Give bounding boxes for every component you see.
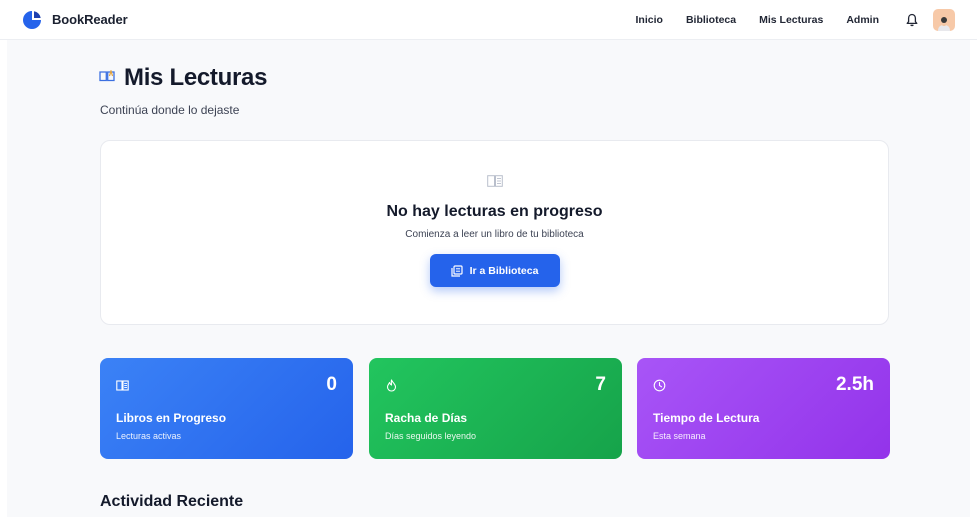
nav-link-mis-lecturas[interactable]: Mis Lecturas [759, 14, 823, 26]
empty-state-card: No hay lecturas en progreso Comienza a l… [100, 140, 889, 325]
left-edge [0, 40, 7, 517]
empty-state-title: No hay lecturas en progreso [386, 203, 603, 220]
stat-value: 0 [326, 374, 337, 395]
stat-label: Libros en Progreso [116, 411, 227, 425]
empty-state-subtitle: Comienza a leer un libro de tu bibliotec… [405, 229, 584, 240]
stat-card-reading-time: 2.5h Tiempo de Lectura Esta semana [637, 358, 890, 459]
stat-value: 7 [595, 374, 606, 395]
flame-icon [386, 379, 397, 392]
bell-icon[interactable] [905, 12, 919, 28]
user-icon [938, 16, 950, 31]
stat-description: Lecturas activas [116, 431, 182, 441]
page-title: Mis Lecturas [99, 64, 267, 92]
user-avatar[interactable] [933, 8, 955, 31]
nav-link-biblioteca[interactable]: Biblioteca [686, 14, 736, 26]
brand[interactable]: BookReader [22, 10, 128, 30]
right-edge [970, 40, 977, 517]
book-open-icon [99, 68, 115, 87]
app-name: BookReader [52, 12, 128, 27]
go-to-library-button[interactable]: Ir a Biblioteca [429, 254, 560, 287]
go-to-library-label: Ir a Biblioteca [469, 264, 539, 277]
stat-card-reading-streak: 7 Racha de Días Días seguidos leyendo [369, 358, 622, 459]
book-open-icon [116, 380, 129, 391]
top-navbar: BookReader Inicio Biblioteca Mis Lectura… [0, 0, 977, 40]
book-icon [486, 175, 503, 187]
stat-description: Días seguidos leyendo [385, 431, 477, 441]
recent-activity-heading: Actividad Reciente [100, 493, 244, 510]
library-icon [450, 264, 463, 277]
stat-card-books-in-progress: 0 Libros en Progreso Lecturas activas [100, 358, 353, 459]
nav-link-admin[interactable]: Admin [846, 14, 879, 26]
stat-value: 2.5h [835, 374, 874, 395]
page-heading: Mis Lecturas [124, 64, 268, 91]
bookreader-logo [23, 10, 41, 29]
stat-label: Racha de Días [385, 411, 468, 425]
nav-link-inicio[interactable]: Inicio [636, 14, 663, 26]
main-nav: Inicio Biblioteca Mis Lecturas Admin [636, 8, 955, 31]
stat-description: Esta semana [653, 431, 706, 441]
stat-label: Tiempo de Lectura [653, 411, 760, 425]
page-subtitle: Continúa donde lo dejaste [100, 103, 240, 117]
clock-icon [653, 379, 666, 392]
